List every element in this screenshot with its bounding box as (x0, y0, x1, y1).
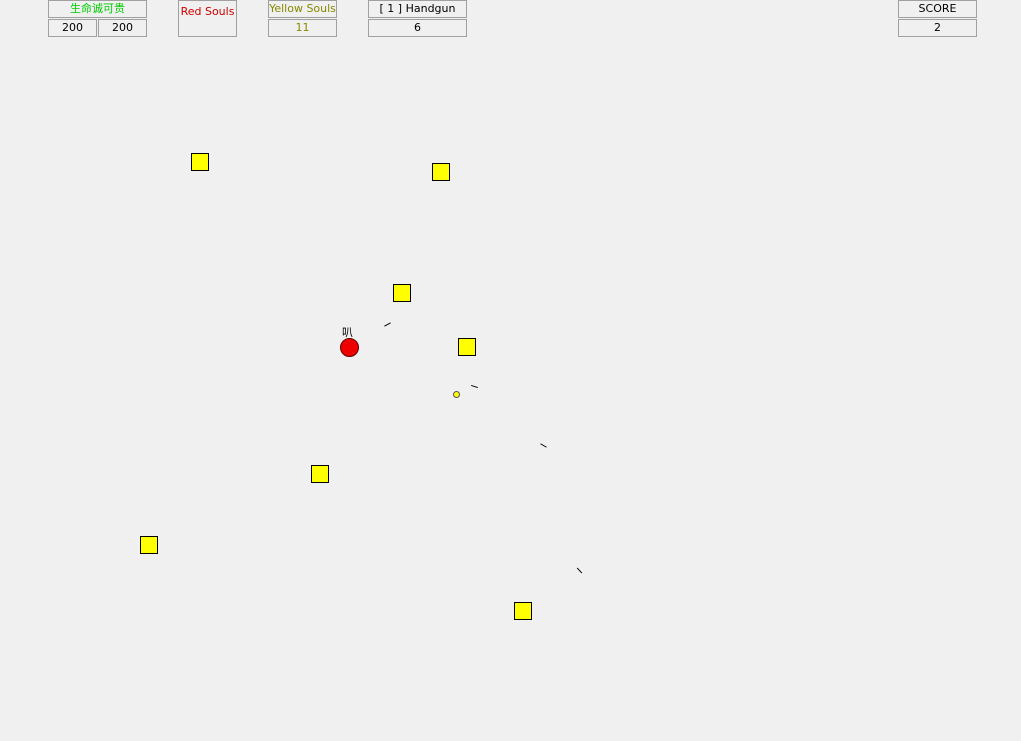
play-field[interactable] (0, 40, 1021, 741)
yellow-souls-label: Yellow Souls (268, 0, 337, 18)
player-character (340, 338, 359, 357)
score-label: SCORE (898, 0, 977, 18)
health-label: 生命诚可贵 (48, 0, 147, 18)
yellow-soul-pickup (453, 391, 460, 398)
score-value: 2 (898, 19, 977, 37)
enemy-square (458, 338, 476, 356)
weapon-ammo: 6 (368, 19, 467, 37)
enemy-square (432, 163, 450, 181)
enemy-square (393, 284, 411, 302)
enemy-square (191, 153, 209, 171)
enemy-square (514, 602, 532, 620)
health-current: 200 (48, 19, 97, 37)
weapon-label: [ 1 ] Handgun (368, 0, 467, 18)
enemy-square (311, 465, 329, 483)
red-souls-panel: Red Souls (178, 0, 237, 37)
enemy-square (140, 536, 158, 554)
red-souls-label: Red Souls (180, 5, 235, 18)
health-max: 200 (98, 19, 147, 37)
yellow-souls-count: 11 (268, 19, 337, 37)
